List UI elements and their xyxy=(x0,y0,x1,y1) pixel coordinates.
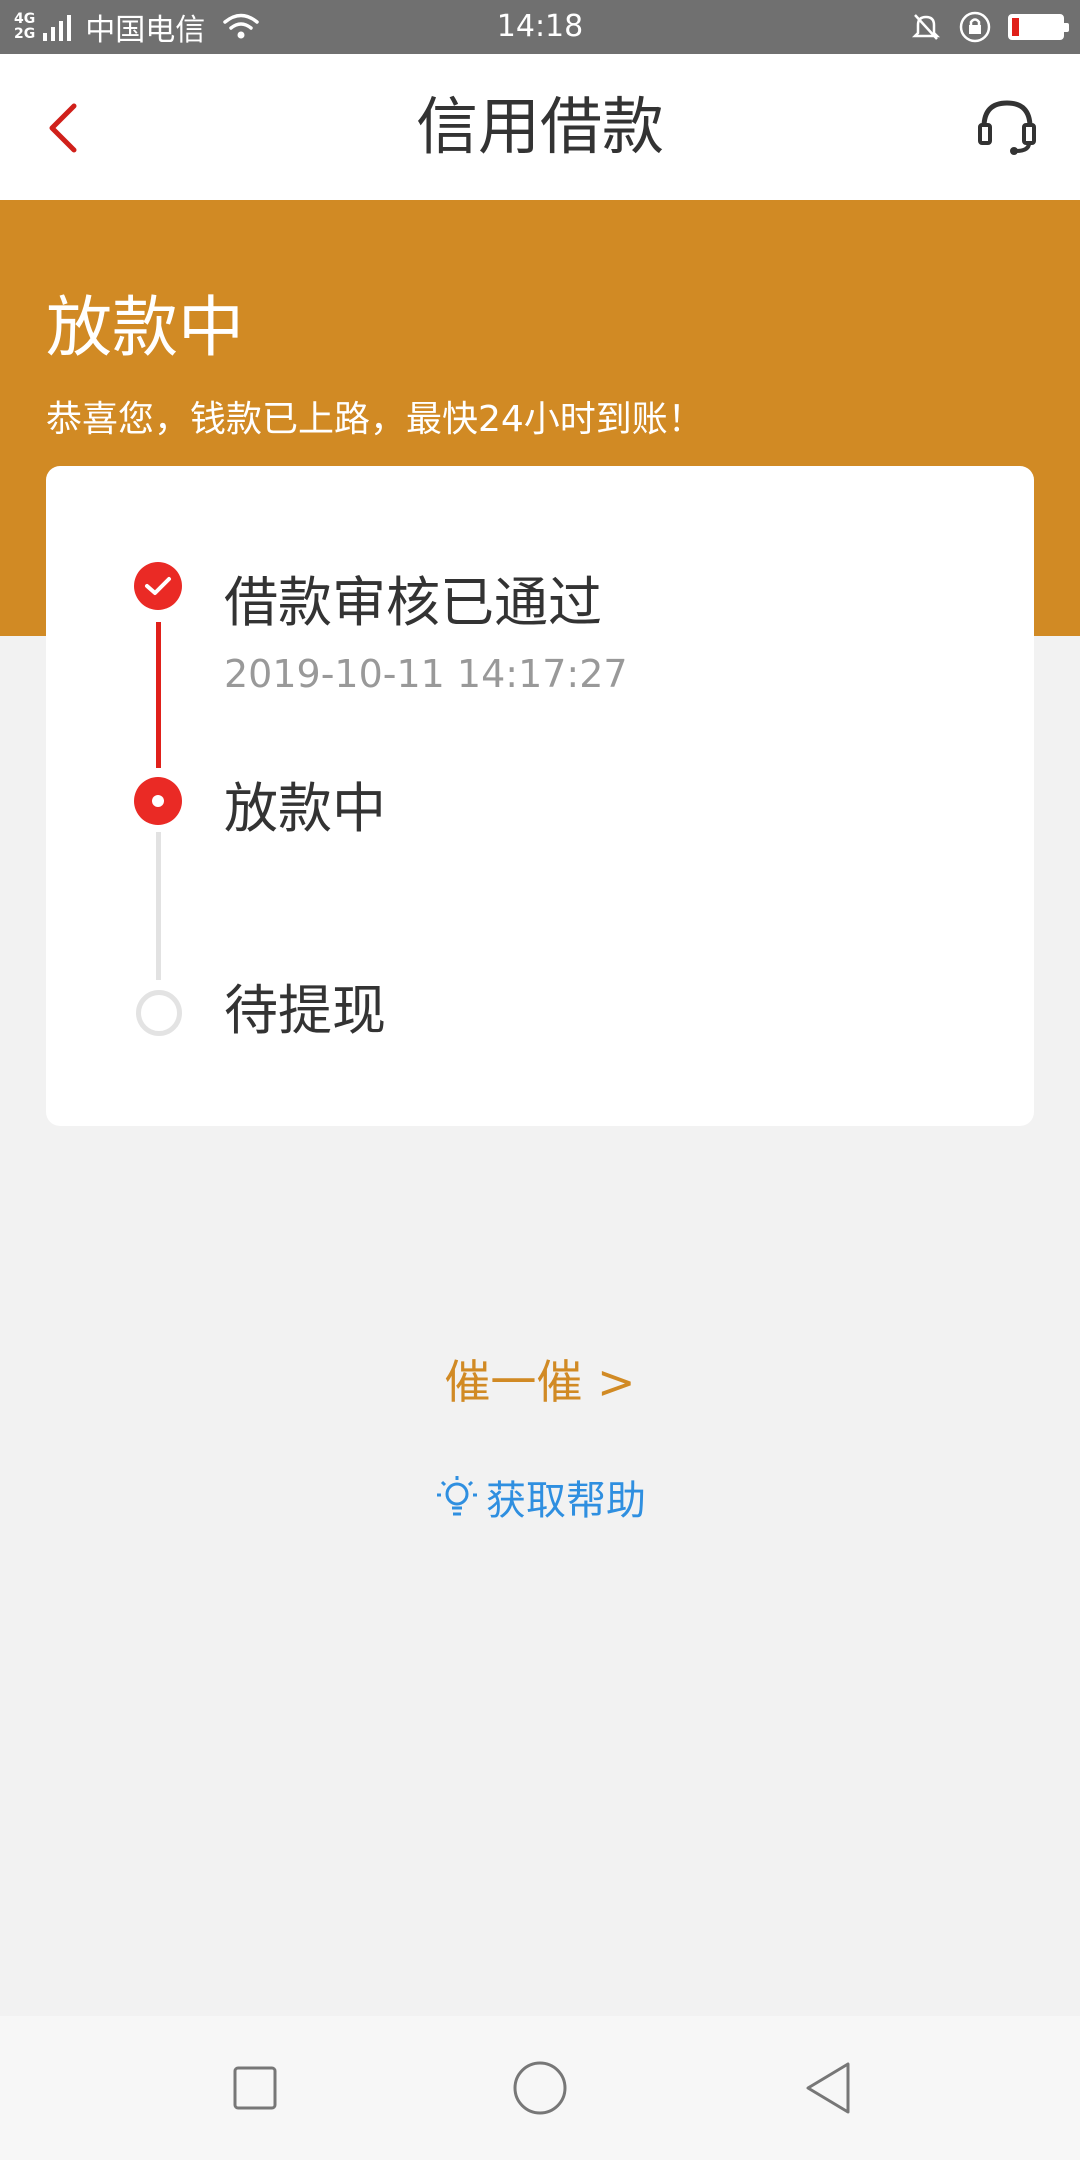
step-label-approved: 借款审核已通过 xyxy=(224,571,602,634)
square-icon xyxy=(233,2066,277,2110)
step-done-icon xyxy=(134,562,182,610)
progress-line-pending xyxy=(156,832,161,980)
page-title: 信用借款 xyxy=(415,90,664,163)
battery-icon xyxy=(1008,14,1069,40)
step-label-withdraw: 待提现 xyxy=(224,979,386,1042)
banner-subtitle: 恭喜您，钱款已上路，最快24小时到账！ xyxy=(46,399,704,440)
urge-button[interactable]: 催一催 > xyxy=(0,1346,1080,1412)
status-right xyxy=(910,0,1069,54)
step-label-disbursing: 放款中 xyxy=(224,777,386,840)
check-icon xyxy=(145,577,171,595)
headset-icon xyxy=(978,100,1036,155)
top-app-bar: 信用借款 xyxy=(0,54,1080,200)
get-help-link[interactable]: 获取帮助 xyxy=(0,1468,1080,1526)
triangle-left-icon xyxy=(806,2062,850,2114)
system-nav-bar xyxy=(0,2016,1080,2160)
get-help-label: 获取帮助 xyxy=(486,1478,646,1524)
step-current-icon xyxy=(134,777,182,825)
recent-apps-button[interactable] xyxy=(219,2052,291,2124)
progress-card: 借款审核已通过 2019-10-11 14:17:27 放款中 待提现 xyxy=(46,466,1034,1126)
lightbulb-icon xyxy=(437,1476,477,1516)
step-pending-icon xyxy=(136,990,182,1036)
home-button[interactable] xyxy=(504,2052,576,2124)
bell-muted-icon xyxy=(911,14,941,40)
rotation-lock-icon xyxy=(959,11,991,43)
nav-back-button[interactable] xyxy=(792,2052,864,2124)
step-time-approved: 2019-10-11 14:17:27 xyxy=(224,652,628,696)
customer-service-button[interactable] xyxy=(974,94,1040,160)
progress-line-complete xyxy=(156,622,161,768)
circle-icon xyxy=(513,2061,567,2115)
banner-title: 放款中 xyxy=(46,289,244,366)
status-bar: 4G 2G 中国电信 14:18 xyxy=(0,0,1080,54)
